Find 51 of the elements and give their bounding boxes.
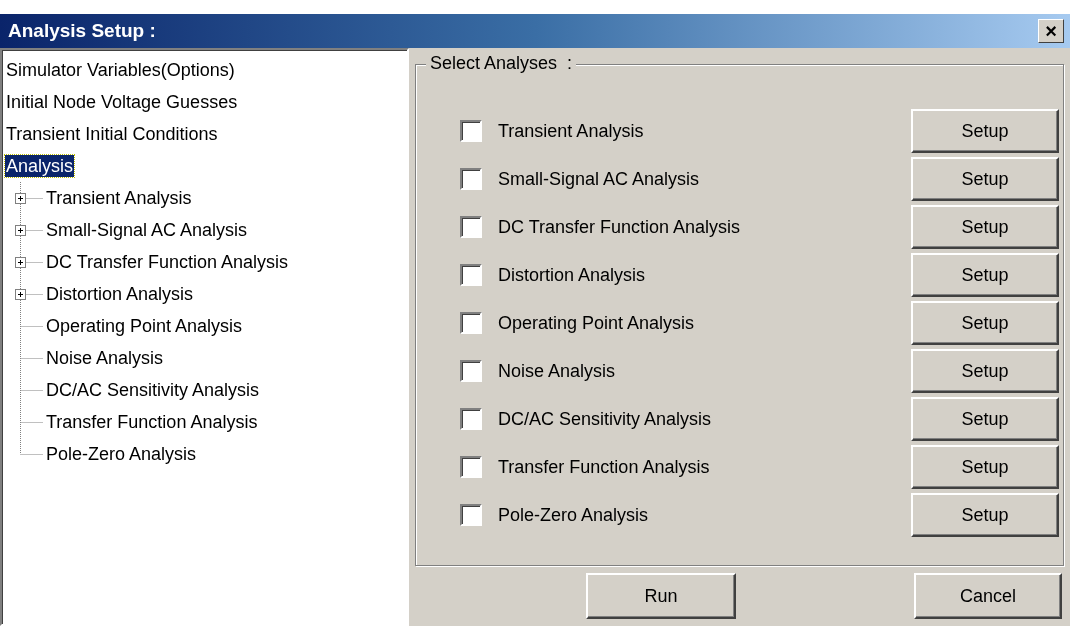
- checkbox-label: Operating Point Analysis: [498, 312, 696, 334]
- close-button[interactable]: ×: [1038, 19, 1064, 43]
- setup-button[interactable]: Setup: [911, 397, 1059, 441]
- checkbox[interactable]: [460, 456, 482, 478]
- setup-button[interactable]: Setup: [911, 205, 1059, 249]
- run-button[interactable]: Run: [586, 573, 736, 619]
- checkbox[interactable]: [460, 264, 482, 286]
- tree-item[interactable]: DC Transfer Function Analysis: [45, 251, 290, 273]
- tree-item[interactable]: Transient Analysis: [45, 187, 193, 209]
- setup-button[interactable]: Setup: [911, 253, 1059, 297]
- checkbox-label: Distortion Analysis: [498, 264, 647, 286]
- tree-item[interactable]: DC/AC Sensitivity Analysis: [45, 379, 261, 401]
- cancel-button[interactable]: Cancel: [914, 573, 1062, 619]
- tree-item[interactable]: Initial Node Voltage Guesses: [5, 91, 239, 113]
- checkbox-label: Noise Analysis: [498, 360, 617, 382]
- tree-item[interactable]: Noise Analysis: [45, 347, 165, 369]
- setup-button[interactable]: Setup: [911, 109, 1059, 153]
- expand-icon[interactable]: [15, 225, 26, 236]
- tree-item[interactable]: Distortion Analysis: [45, 283, 195, 305]
- tree-connector: [20, 374, 44, 406]
- setup-button[interactable]: Setup: [911, 349, 1059, 393]
- checkbox-label: DC Transfer Function Analysis: [498, 216, 742, 238]
- checkbox-label: Transient Analysis: [498, 120, 645, 142]
- tree-item[interactable]: Pole-Zero Analysis: [45, 443, 198, 465]
- checkbox[interactable]: [460, 168, 482, 190]
- checkbox[interactable]: [460, 216, 482, 238]
- tree-connector: [20, 342, 44, 374]
- setup-button[interactable]: Setup: [911, 493, 1059, 537]
- tree-item[interactable]: Transfer Function Analysis: [45, 411, 259, 433]
- checkbox-label: Pole-Zero Analysis: [498, 504, 650, 526]
- expand-icon[interactable]: [15, 257, 26, 268]
- expand-icon[interactable]: [15, 289, 26, 300]
- tree-item[interactable]: Analysis: [5, 155, 75, 177]
- setup-button[interactable]: Setup: [911, 445, 1059, 489]
- tree-item[interactable]: Small-Signal AC Analysis: [45, 219, 249, 241]
- checkbox-label: DC/AC Sensitivity Analysis: [498, 408, 713, 430]
- checkbox[interactable]: [460, 312, 482, 334]
- group-title: Select Analyses :: [426, 53, 577, 74]
- checkbox[interactable]: [460, 408, 482, 430]
- checkbox[interactable]: [460, 360, 482, 382]
- setup-button[interactable]: Setup: [911, 157, 1059, 201]
- expand-icon[interactable]: [15, 193, 26, 204]
- checkbox-label: Small-Signal AC Analysis: [498, 168, 701, 190]
- tree-item[interactable]: Simulator Variables(Options): [5, 59, 236, 81]
- checkbox[interactable]: [460, 504, 482, 526]
- setup-button[interactable]: Setup: [911, 301, 1059, 345]
- tree-item[interactable]: Transient Initial Conditions: [5, 123, 219, 145]
- window-title: Analysis Setup :: [8, 20, 156, 42]
- checkbox-label: Transfer Function Analysis: [498, 456, 711, 478]
- tree-item[interactable]: Operating Point Analysis: [45, 315, 244, 337]
- checkbox[interactable]: [460, 120, 482, 142]
